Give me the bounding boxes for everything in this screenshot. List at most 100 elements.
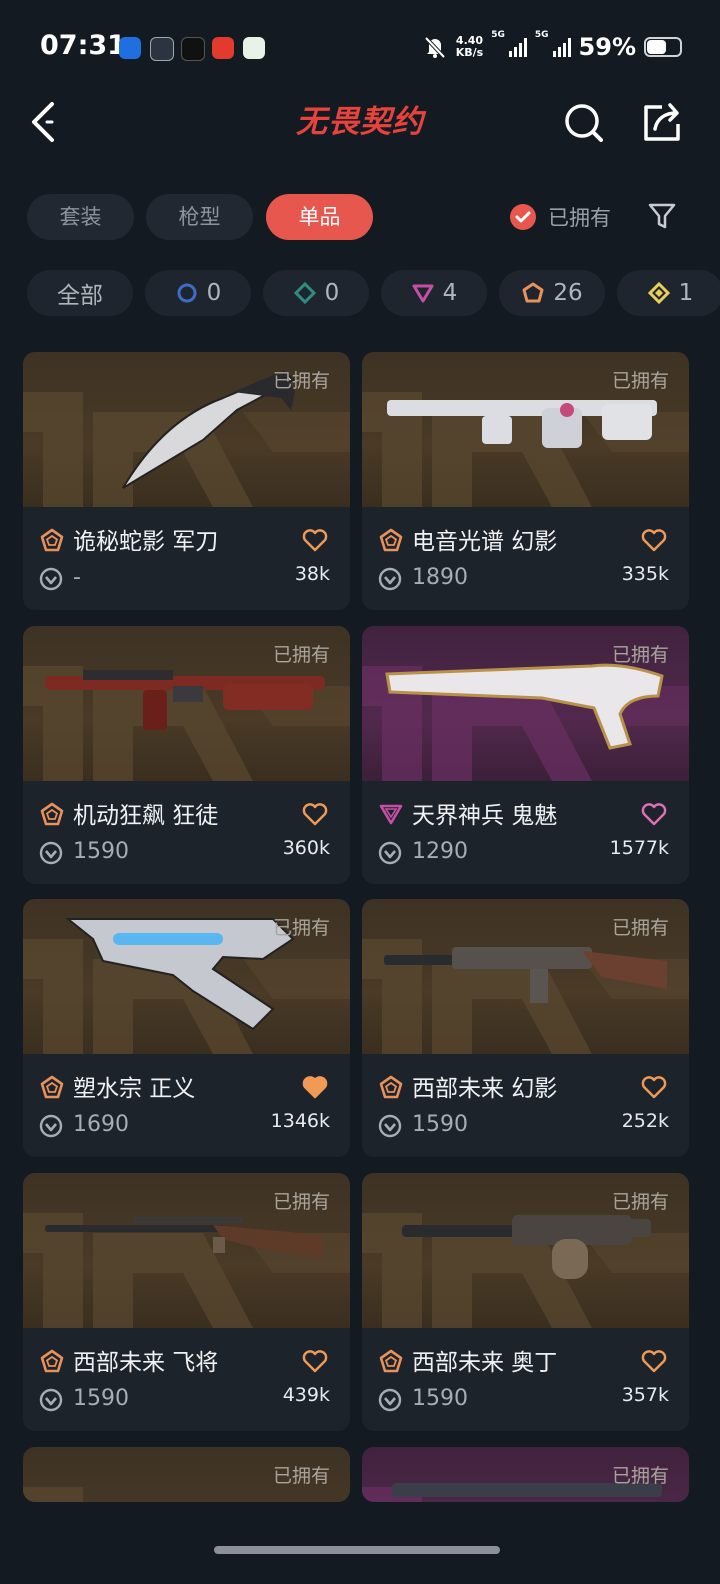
item-card[interactable]: 已拥有 天界神兵 鬼魅 1290 1577k [362,626,689,884]
like-count: 357k [621,1384,669,1406]
battery-percent: 59% [578,33,636,61]
item-name: 塑水宗 正义 [73,1076,196,1102]
heart-icon[interactable] [302,802,328,826]
mute-bell-icon [424,36,446,59]
item-name: 西部未来 奥丁 [412,1350,558,1376]
exclusive-tier-icon [40,528,64,552]
item-name: 天界神兵 鬼魅 [412,803,558,829]
signal-icon [508,37,527,57]
exclusive-tier-icon [379,528,403,552]
sim2-tag: 5G [534,30,549,40]
exclusive-tier-icon [379,1349,403,1373]
chip-premium[interactable]: 4 [381,270,487,316]
item-name: 电音光谱 幻影 [412,529,558,555]
chip-ultra[interactable]: 1 [617,270,720,316]
like-count: 335k [621,563,669,585]
chevron-left-icon[interactable] [26,98,66,148]
item-price: 1590 [412,1112,468,1137]
item-card[interactable]: 已拥有西部未来 奥丁 1590 357k [362,1173,689,1431]
item-card[interactable]: 已拥有诡秘蛇影 军刀 - 38k [23,352,350,610]
heart-filled-icon[interactable] [302,1075,328,1099]
owned-filter-label: 已拥有 [548,206,611,230]
signal-icon [552,37,571,57]
app-notification-icon [212,37,234,59]
like-count: 1346k [270,1110,330,1132]
item-image[interactable]: 已拥有 [362,626,689,781]
owned-tag: 已拥有 [272,1191,330,1213]
sim1-tag: 5G [491,30,505,40]
heart-icon[interactable] [302,1349,328,1373]
page-title: 无畏契约 [296,104,424,140]
app-notification-icon [150,37,174,61]
chip-count: 26 [553,280,583,306]
chip-deluxe[interactable]: 0 [263,270,369,316]
item-image[interactable]: 已拥有 [362,1173,689,1328]
item-card[interactable]: 已拥有 [362,1447,689,1502]
vp-currency-icon [378,1114,402,1138]
chip-count: 4 [442,280,458,306]
exclusive-tier-icon [40,1349,64,1373]
search-icon[interactable] [561,98,605,146]
item-card[interactable]: 已拥有电音光谱 幻影 1890 335k [362,352,689,610]
tab-weapon-type[interactable]: 枪型 [146,194,253,240]
item-name: 诡秘蛇影 军刀 [73,529,219,555]
check-icon [510,204,536,230]
item-image[interactable]: 已拥有 [23,899,350,1054]
status-right: 4.40 KB/s 5G 5G 59% [422,30,682,64]
battery-fill [647,40,666,54]
owned-tag: 已拥有 [611,1465,669,1487]
owned-tag: 已拥有 [611,1191,669,1213]
exclusive-tier-icon [40,1075,64,1099]
rarity-filter-bar: 全部 0 0 4 26 1 [0,262,720,324]
item-card[interactable]: 已拥有 塑水宗 正义 1690 1346k [23,899,350,1157]
like-count: 38k [294,563,330,585]
item-image[interactable]: 已拥有 [362,352,689,507]
item-image[interactable]: 已拥有 [362,899,689,1054]
tiktok-notification-icon [181,37,205,61]
item-price: 1890 [412,565,468,590]
item-name: 机动狂飙 狂徒 [73,803,219,829]
chip-all[interactable]: 全部 [27,270,133,316]
item-price: - [73,565,81,590]
item-image[interactable]: 已拥有 [23,626,350,781]
vp-currency-icon [39,841,63,865]
item-image[interactable]: 已拥有 [362,1447,689,1502]
item-card[interactable]: 已拥有 西部未来 幻影 1590 252k [362,899,689,1157]
heart-icon[interactable] [641,1349,667,1373]
item-image[interactable]: 已拥有 [23,1173,350,1328]
vp-currency-icon [39,567,63,591]
item-card[interactable]: 已拥有 西部未来 飞将 1590 439k [23,1173,350,1431]
owned-tag: 已拥有 [272,917,330,939]
item-card[interactable]: 已拥有机动狂飙 狂徒 1590 360k [23,626,350,884]
heart-icon[interactable] [641,1075,667,1099]
heart-icon[interactable] [641,802,667,826]
chip-exclusive[interactable]: 26 [499,270,605,316]
chip-count: 0 [324,280,340,306]
owned-tag: 已拥有 [611,644,669,666]
tab-bundle[interactable]: 套装 [27,194,134,240]
share-icon[interactable] [640,98,684,146]
net-speed: 4.40 KB/s [456,35,483,59]
owned-tag: 已拥有 [272,1465,330,1487]
item-price: 1290 [412,839,468,864]
vp-currency-icon [39,1388,63,1412]
chip-select[interactable]: 0 [145,270,251,316]
tab-single-item[interactable]: 单品 [266,194,373,240]
heart-icon[interactable] [302,528,328,552]
net-speed-unit: KB/s [455,46,484,59]
vp-currency-icon [378,567,402,591]
item-price: 1590 [412,1386,468,1411]
chip-count: 0 [206,280,222,306]
owned-filter-toggle[interactable]: 已拥有 [510,198,611,236]
home-indicator[interactable] [214,1546,500,1554]
owned-tag: 已拥有 [272,644,330,666]
chip-all-label: 全部 [57,283,103,309]
item-image[interactable]: 已拥有 [23,1447,350,1502]
item-card[interactable]: 已拥有 [23,1447,350,1502]
item-price: 1590 [73,839,129,864]
like-count: 360k [282,837,330,859]
heart-icon[interactable] [641,528,667,552]
app-notification-icon [119,37,141,59]
filter-icon[interactable] [646,200,678,232]
item-image[interactable]: 已拥有 [23,352,350,507]
